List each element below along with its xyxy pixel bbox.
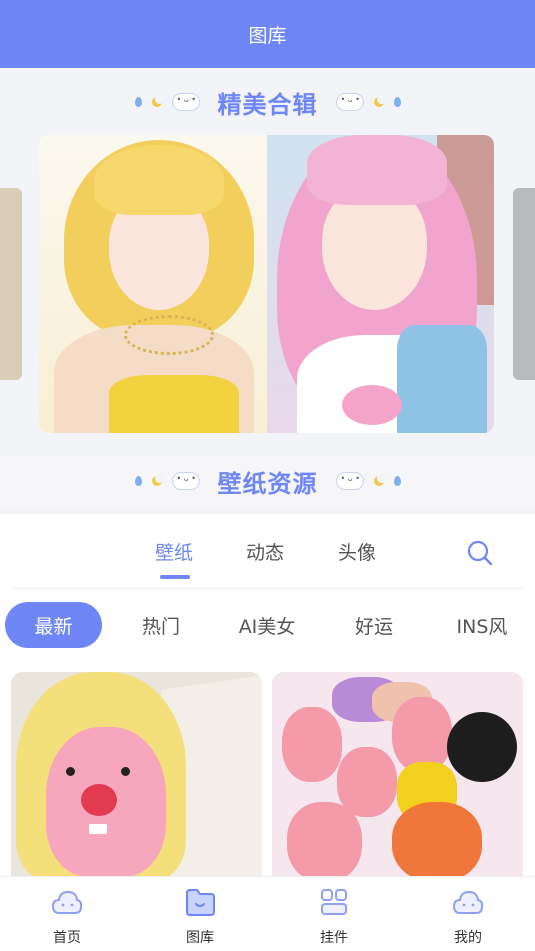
moon-icon [151, 474, 164, 486]
resources-title: 壁纸资源 [217, 469, 318, 498]
carousel-prev-slide[interactable] [0, 188, 22, 380]
wallpaper-card[interactable] [11, 672, 262, 882]
filter-label: AI美女 [238, 615, 296, 638]
cloud-face-icon [51, 890, 83, 914]
carousel-next-slide[interactable] [513, 188, 535, 380]
filter-hot[interactable]: 热门 [118, 602, 204, 648]
widget-icon [321, 889, 347, 915]
page-title: 图库 [248, 24, 287, 47]
water-drop-icon [393, 97, 401, 107]
bottom-nav: 首页 图库 挂件 我的 [0, 876, 535, 951]
filter-label: 好运 [354, 615, 393, 638]
filter-latest[interactable]: 最新 [5, 602, 102, 648]
wallpaper-card[interactable] [272, 672, 523, 882]
filter-label: 热门 [141, 615, 180, 638]
filter-label: INS风 [456, 615, 508, 638]
filter-good-luck[interactable]: 好运 [331, 602, 417, 648]
cloud-icon [335, 472, 364, 490]
filter-ins-style[interactable]: INS风 [437, 602, 527, 648]
divider [14, 588, 522, 589]
featured-header: 精美合辑 [0, 77, 535, 127]
cloud-icon [171, 472, 200, 490]
tab-live[interactable]: 动态 [246, 538, 284, 565]
nav-label: 我的 [454, 930, 482, 946]
cloud-icon [335, 93, 364, 111]
app-header: 图库 [0, 0, 535, 68]
resources-header: 壁纸资源 [0, 456, 535, 506]
moon-icon [373, 474, 386, 486]
moon-icon [151, 95, 164, 107]
filter-ai-beauty[interactable]: AI美女 [222, 602, 312, 648]
carousel-current-slide[interactable] [39, 135, 494, 433]
main-tab-bar: 壁纸 动态 头像 [0, 514, 535, 588]
nav-label: 首页 [53, 930, 81, 946]
nav-label: 挂件 [320, 930, 348, 946]
nav-widgets[interactable]: 挂件 [294, 887, 374, 947]
tab-avatar[interactable]: 头像 [338, 538, 376, 565]
featured-carousel[interactable] [0, 130, 535, 435]
filter-label: 最新 [34, 615, 73, 638]
active-tab-indicator [160, 575, 190, 579]
tab-wallpaper[interactable]: 壁纸 [155, 538, 193, 565]
filter-chips: 最新 热门 AI美女 好运 INS风 [0, 602, 535, 650]
featured-title: 精美合辑 [217, 90, 318, 119]
water-drop-icon [134, 476, 142, 486]
nav-gallery[interactable]: 图库 [160, 887, 240, 947]
cloud-icon [171, 93, 200, 111]
water-drop-icon [134, 97, 142, 107]
search-icon[interactable] [467, 540, 493, 566]
nav-profile[interactable]: 我的 [428, 887, 508, 947]
moon-icon [373, 95, 386, 107]
water-drop-icon [393, 476, 401, 486]
nav-home[interactable]: 首页 [27, 887, 107, 947]
pink-hair-girl-image [266, 135, 494, 433]
folder-icon [186, 889, 215, 916]
nav-label: 图库 [186, 930, 214, 946]
blonde-girl-image [39, 135, 267, 433]
cloud-profile-icon [452, 890, 484, 914]
